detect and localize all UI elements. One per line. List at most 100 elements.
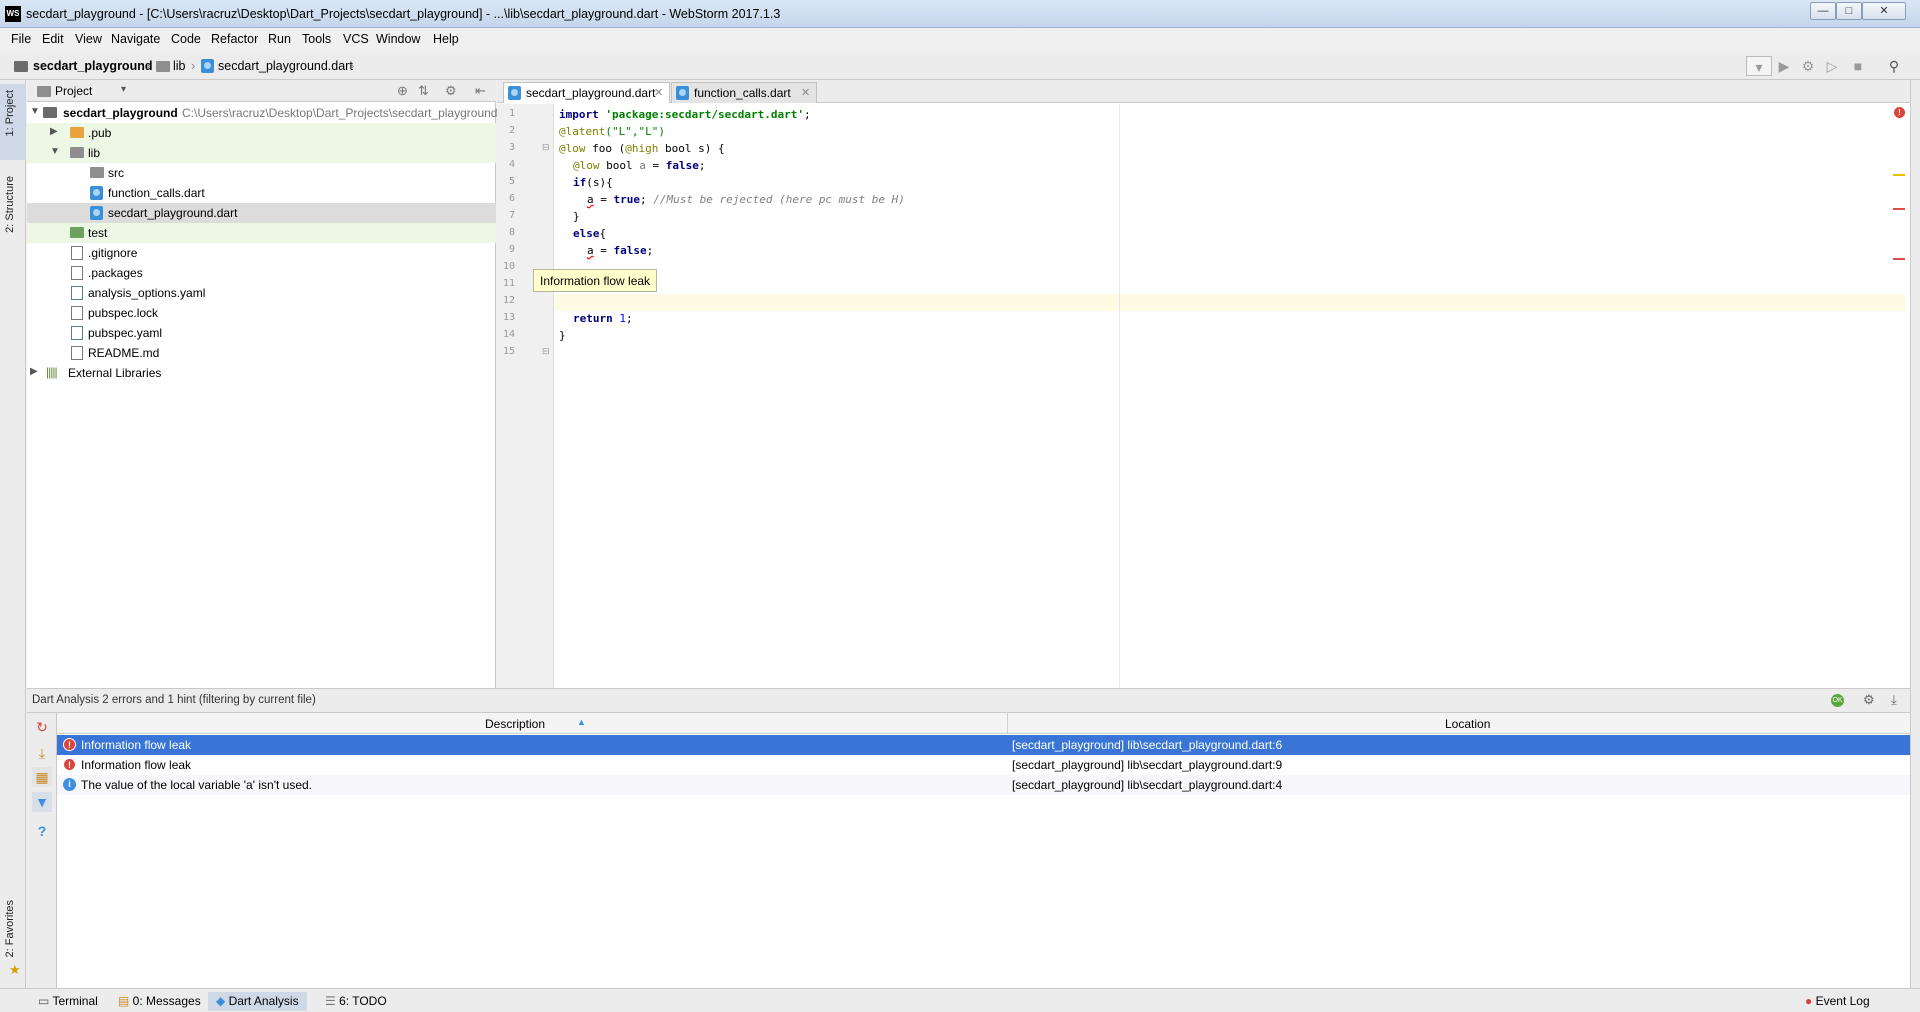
code-line[interactable]: @latent("L","L")	[559, 125, 665, 138]
chevron-down-icon[interactable]: ▼	[30, 106, 40, 117]
close-window-button[interactable]: ✕	[1862, 2, 1906, 20]
messages-icon: ▤	[118, 994, 133, 1008]
analysis-toolbar: ↻ ⤓ ▦ ▼ ?	[27, 713, 57, 989]
tree-item-label: .pub	[88, 126, 112, 140]
code-token: import	[559, 108, 606, 121]
line-number: 7	[508, 210, 515, 221]
code-line[interactable]: a = false;	[587, 244, 653, 257]
tree-item-function-calls[interactable]: function_calls.dart	[27, 183, 496, 203]
autoscroll-icon[interactable]: ⤓	[32, 743, 52, 763]
tab-secdart-playground[interactable]: secdart_playground.dart ✕	[503, 82, 670, 103]
error-marker[interactable]	[1893, 208, 1905, 210]
tree-item-packages[interactable]: .packages	[27, 263, 496, 283]
chevron-down-icon[interactable]: ▼	[50, 146, 60, 157]
chevron-right-icon[interactable]: ▶	[50, 126, 58, 137]
locate-icon[interactable]: ⊕	[397, 83, 408, 99]
code-line[interactable]: @low bool a = false;	[573, 159, 706, 172]
fold-icon[interactable]: ⊟	[542, 142, 550, 153]
tree-root[interactable]: ▼ secdart_playground C:\Users\racruz\Des…	[27, 103, 497, 123]
filter-icon[interactable]: ▼	[32, 792, 52, 812]
tab-todo[interactable]: ☰ 6: TODO	[317, 992, 395, 1011]
tree-item-pubspec-yaml[interactable]: pubspec.yaml	[27, 323, 496, 343]
breadcrumb-project[interactable]: secdart_playground	[33, 59, 152, 73]
line-number: 12	[502, 295, 515, 306]
tab-project[interactable]: 1: Project	[4, 90, 16, 136]
search-icon[interactable]: ⚲	[1884, 56, 1904, 76]
tab-function-calls[interactable]: function_calls.dart ✕	[671, 82, 817, 103]
code-line[interactable]: if(s){	[573, 176, 613, 189]
stop-icon[interactable]: ■	[1848, 56, 1868, 76]
hide-panel-icon[interactable]: ⇤	[475, 83, 486, 99]
menu-view[interactable]: View	[75, 32, 102, 46]
code-line[interactable]: }	[573, 210, 580, 223]
code-line[interactable]: return 1;	[573, 312, 633, 325]
chevron-right-icon[interactable]: ▶	[30, 366, 38, 377]
tree-item-pubspec-lock[interactable]: pubspec.lock	[27, 303, 496, 323]
code-line[interactable]: import 'package:secdart/secdart.dart';	[559, 108, 811, 121]
coverage-icon[interactable]: ▷	[1822, 56, 1842, 76]
breadcrumb-lib[interactable]: lib	[173, 59, 186, 73]
code-token: return	[573, 312, 620, 325]
run-icon[interactable]: ▶	[1774, 56, 1794, 76]
tab-event-log[interactable]: ● Event Log	[1797, 992, 1878, 1011]
problem-row[interactable]: ! Information flow leak [secdart_playgro…	[57, 755, 1910, 775]
menu-navigate[interactable]: Navigate	[111, 32, 160, 46]
tab-dart-analysis[interactable]: ◆ Dart Analysis	[208, 992, 307, 1011]
tab-terminal[interactable]: ▭ Terminal	[30, 992, 106, 1011]
maximize-button[interactable]: □	[1836, 2, 1862, 20]
problem-row[interactable]: i The value of the local variable 'a' is…	[57, 775, 1910, 795]
code-token: ;	[698, 159, 706, 172]
project-view-selector[interactable]: Project	[55, 84, 92, 98]
tab-structure[interactable]: 2: Structure	[4, 176, 16, 233]
hint-marker[interactable]	[1893, 174, 1905, 176]
menu-run[interactable]: Run	[268, 32, 291, 46]
error-status-icon[interactable]: !	[1894, 107, 1905, 118]
menu-refactor[interactable]: Refactor	[211, 32, 258, 46]
column-location[interactable]: Location	[1008, 713, 1910, 734]
code-line[interactable]: }	[559, 329, 566, 342]
tab-messages[interactable]: ▤ 0: Messages	[110, 992, 209, 1011]
code-line[interactable]: @low foo (@high bool s) {	[559, 142, 725, 155]
menu-help[interactable]: Help	[433, 32, 459, 46]
tool-window-bar: ▭ Terminal ▤ 0: Messages ◆ Dart Analysis…	[0, 988, 1920, 1012]
tree-item-analysis-options[interactable]: analysis_options.yaml	[27, 283, 496, 303]
close-tab-icon[interactable]: ✕	[654, 86, 663, 99]
debug-icon[interactable]: ⚙	[1798, 56, 1818, 76]
tree-item-readme[interactable]: README.md	[27, 343, 496, 363]
tab-favorites[interactable]: 2: Favorites	[4, 900, 16, 957]
tab-messages-label: 0: Messages	[132, 994, 201, 1008]
chevron-down-icon[interactable]: ▾	[121, 84, 126, 95]
menu-edit[interactable]: Edit	[42, 32, 64, 46]
code-line[interactable]: a = true; //Must be rejected (here pc mu…	[587, 193, 905, 206]
breadcrumb-file[interactable]: secdart_playground.dart	[218, 59, 353, 73]
code-token: ;	[804, 108, 811, 121]
menu-code[interactable]: Code	[171, 32, 201, 46]
run-config-dropdown[interactable]: ▾	[1746, 56, 1772, 76]
hide-panel-icon[interactable]: ⤓	[1891, 692, 1897, 708]
group-by-file-icon[interactable]: ▦	[32, 767, 52, 787]
help-icon[interactable]: ?	[32, 821, 52, 841]
minimize-button[interactable]: —	[1810, 2, 1836, 20]
menu-vcs[interactable]: VCS	[343, 32, 369, 46]
menu-file[interactable]: File	[11, 32, 31, 46]
tree-item-pub[interactable]: ▶ .pub	[27, 123, 496, 143]
tree-item-gitignore[interactable]: .gitignore	[27, 243, 496, 263]
tree-item-src[interactable]: src	[27, 163, 496, 183]
gear-icon[interactable]: ⚙	[1863, 692, 1875, 708]
tree-item-lib[interactable]: ▼ lib	[27, 143, 496, 163]
code-line[interactable]: else{	[573, 227, 606, 240]
tree-item-secdart-playground[interactable]: secdart_playground.dart	[27, 203, 496, 223]
gear-icon[interactable]: ⚙	[445, 83, 457, 99]
column-description[interactable]: Description ▲	[57, 713, 1008, 734]
close-tab-icon[interactable]: ✕	[801, 86, 810, 99]
problem-row[interactable]: ! Information flow leak [secdart_playgro…	[57, 735, 1910, 755]
error-marker[interactable]	[1893, 258, 1905, 260]
reanalyze-icon[interactable]: ↻	[32, 717, 52, 737]
menu-tools[interactable]: Tools	[302, 32, 331, 46]
tree-item-test[interactable]: test	[27, 223, 496, 243]
tree-item-external-libraries[interactable]: ▶ ||||| External Libraries	[27, 363, 496, 383]
code-token: @low	[559, 142, 586, 155]
collapse-all-icon[interactable]: ⇅	[418, 83, 429, 99]
menu-window[interactable]: Window	[376, 32, 420, 46]
fold-icon[interactable]: ⊟	[542, 346, 550, 357]
